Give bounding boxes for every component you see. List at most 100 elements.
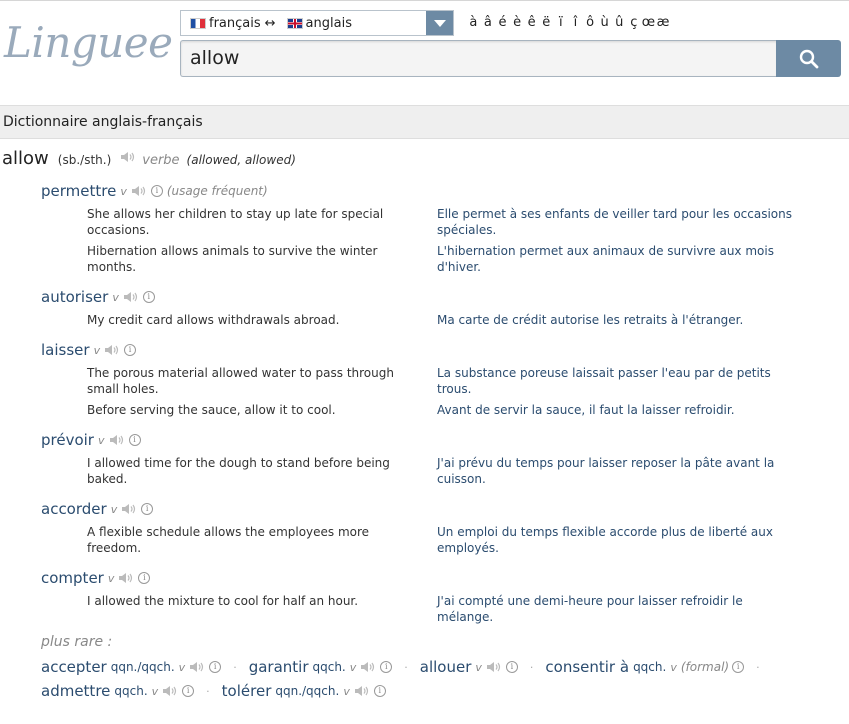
translation-word[interactable]: accorder <box>41 500 107 518</box>
char-button[interactable]: æ <box>656 15 671 30</box>
example-source: The porous material allowed water to pas… <box>87 366 394 396</box>
translation-word[interactable]: permettre <box>41 182 116 200</box>
translation-pos: v <box>107 571 115 585</box>
info-icon[interactable]: i <box>142 291 155 303</box>
info-icon[interactable]: i <box>150 185 163 197</box>
flag-fr-icon <box>190 17 206 29</box>
headword: allow <box>2 148 49 169</box>
example-target: J'ai compté une demi-heure pour laisser … <box>437 594 743 624</box>
char-button[interactable]: ô <box>583 15 598 30</box>
char-button[interactable]: û <box>612 15 627 30</box>
rare-translation-grammar: qqch. <box>312 660 346 674</box>
example-target: L'hibernation permet aux animaux de surv… <box>437 244 774 274</box>
target-language: anglais <box>305 15 352 31</box>
rare-translation-item: accepter qqn./qqch. v i <box>41 658 222 676</box>
search-input[interactable]: allow <box>180 40 777 77</box>
rare-translation-word[interactable]: admettre <box>41 682 110 700</box>
language-pair-select[interactable]: français ↔ anglais <box>180 10 454 36</box>
speaker-icon[interactable] <box>485 660 503 674</box>
linguee-logo[interactable]: Linguee <box>4 18 173 67</box>
info-icon[interactable]: i <box>138 572 151 584</box>
rare-translation-grammar: qqch. <box>114 684 148 698</box>
speaker-icon[interactable] <box>108 433 126 447</box>
example-target: La substance poreuse laissait passer l'e… <box>437 366 771 396</box>
translation-item: prévoir v i <box>41 431 141 449</box>
char-button[interactable]: ê <box>524 15 539 30</box>
char-button[interactable]: œ <box>641 15 656 30</box>
translation-pos: v <box>97 433 105 447</box>
char-button[interactable]: î <box>568 15 583 30</box>
info-icon[interactable]: i <box>182 685 195 697</box>
rare-translation-item: admettre qqch. v i <box>41 682 195 700</box>
speaker-icon[interactable] <box>161 684 179 698</box>
speaker-icon[interactable] <box>353 684 371 698</box>
separator: · <box>756 660 760 674</box>
rare-translation-pos: v <box>349 660 357 674</box>
translation-word[interactable]: laisser <box>41 341 90 359</box>
rare-translation-word[interactable]: garantir <box>249 658 309 676</box>
headword-grammar: (sb./sth.) <box>57 153 112 167</box>
rare-translation-pos: v <box>475 660 482 674</box>
speaker-icon[interactable] <box>188 660 206 674</box>
rare-translation-word[interactable]: accepter <box>41 658 107 676</box>
example-target: J'ai prévu du temps pour laisser reposer… <box>437 456 775 486</box>
info-icon[interactable]: i <box>128 434 141 446</box>
info-icon[interactable]: i <box>373 685 386 697</box>
char-button[interactable]: ù <box>597 15 612 30</box>
rare-translation-pos: v <box>178 660 186 674</box>
speaker-icon[interactable] <box>119 150 137 164</box>
example-target: Avant de servir la sauce, il faut la lai… <box>437 403 735 417</box>
rare-translation-word[interactable]: consentir à <box>545 658 629 676</box>
rare-translation-word[interactable]: allouer <box>420 658 472 676</box>
usage-label: (usage fréquent) <box>166 184 268 198</box>
translation-item: compter v i <box>41 569 151 587</box>
char-button[interactable]: â <box>481 15 496 30</box>
search-button[interactable] <box>776 40 841 77</box>
speaker-icon[interactable] <box>130 184 148 198</box>
top-rule <box>0 0 849 5</box>
char-button[interactable]: é <box>495 15 510 30</box>
speaker-icon[interactable] <box>359 660 377 674</box>
translation-pos: v <box>93 343 101 357</box>
translation-item: laisser v i <box>41 341 137 359</box>
speaker-icon[interactable] <box>103 343 121 357</box>
usage-label: (formal) <box>680 660 730 674</box>
info-icon[interactable]: i <box>380 661 393 673</box>
source-language: français <box>209 15 261 31</box>
separator: · <box>404 660 408 674</box>
info-icon[interactable]: i <box>209 661 222 673</box>
example-source: My credit card allows withdrawals abroad… <box>87 313 340 327</box>
example-source: A flexible schedule allows the employees… <box>87 525 370 555</box>
rare-translation-grammar: qqn./qqch. <box>275 684 340 698</box>
translation-word[interactable]: autoriser <box>41 288 108 306</box>
rare-translation-pos: v <box>151 684 159 698</box>
translation-pos: v <box>110 502 118 516</box>
info-icon[interactable]: i <box>732 661 745 673</box>
info-icon[interactable]: i <box>141 503 154 515</box>
rare-translation-pos: v <box>670 660 677 674</box>
example-target: Ma carte de crédit autorise les retraits… <box>437 313 744 327</box>
speaker-icon[interactable] <box>122 290 140 304</box>
rare-translation-item: garantir qqch. v i <box>249 658 393 676</box>
char-button[interactable]: ë <box>539 15 554 30</box>
char-button[interactable]: ï <box>554 15 569 30</box>
separator: · <box>206 684 210 698</box>
rare-translation-grammar: qqch. <box>633 660 667 674</box>
speaker-icon[interactable] <box>120 502 138 516</box>
translation-item: permettre v i (usage fréquent) <box>41 182 268 200</box>
example-source: I allowed the mixture to cool for half a… <box>87 594 359 608</box>
char-button[interactable]: è <box>510 15 525 30</box>
rare-translation-item: allouer v i <box>420 658 518 676</box>
translation-item: accorder v i <box>41 500 154 518</box>
info-icon[interactable]: i <box>505 661 518 673</box>
dropdown-arrow-icon[interactable] <box>426 11 453 35</box>
speaker-icon[interactable] <box>117 571 135 585</box>
translation-word[interactable]: compter <box>41 569 104 587</box>
example-source: Before serving the sauce, allow it to co… <box>87 403 336 417</box>
info-icon[interactable]: i <box>124 344 137 356</box>
rare-row: accepter qqn./qqch. v i · garantir qqch.… <box>41 658 772 676</box>
rare-translation-word[interactable]: tolérer <box>222 682 272 700</box>
char-button[interactable]: ç <box>627 15 642 30</box>
translation-word[interactable]: prévoir <box>41 431 94 449</box>
char-button[interactable]: à <box>466 15 481 30</box>
